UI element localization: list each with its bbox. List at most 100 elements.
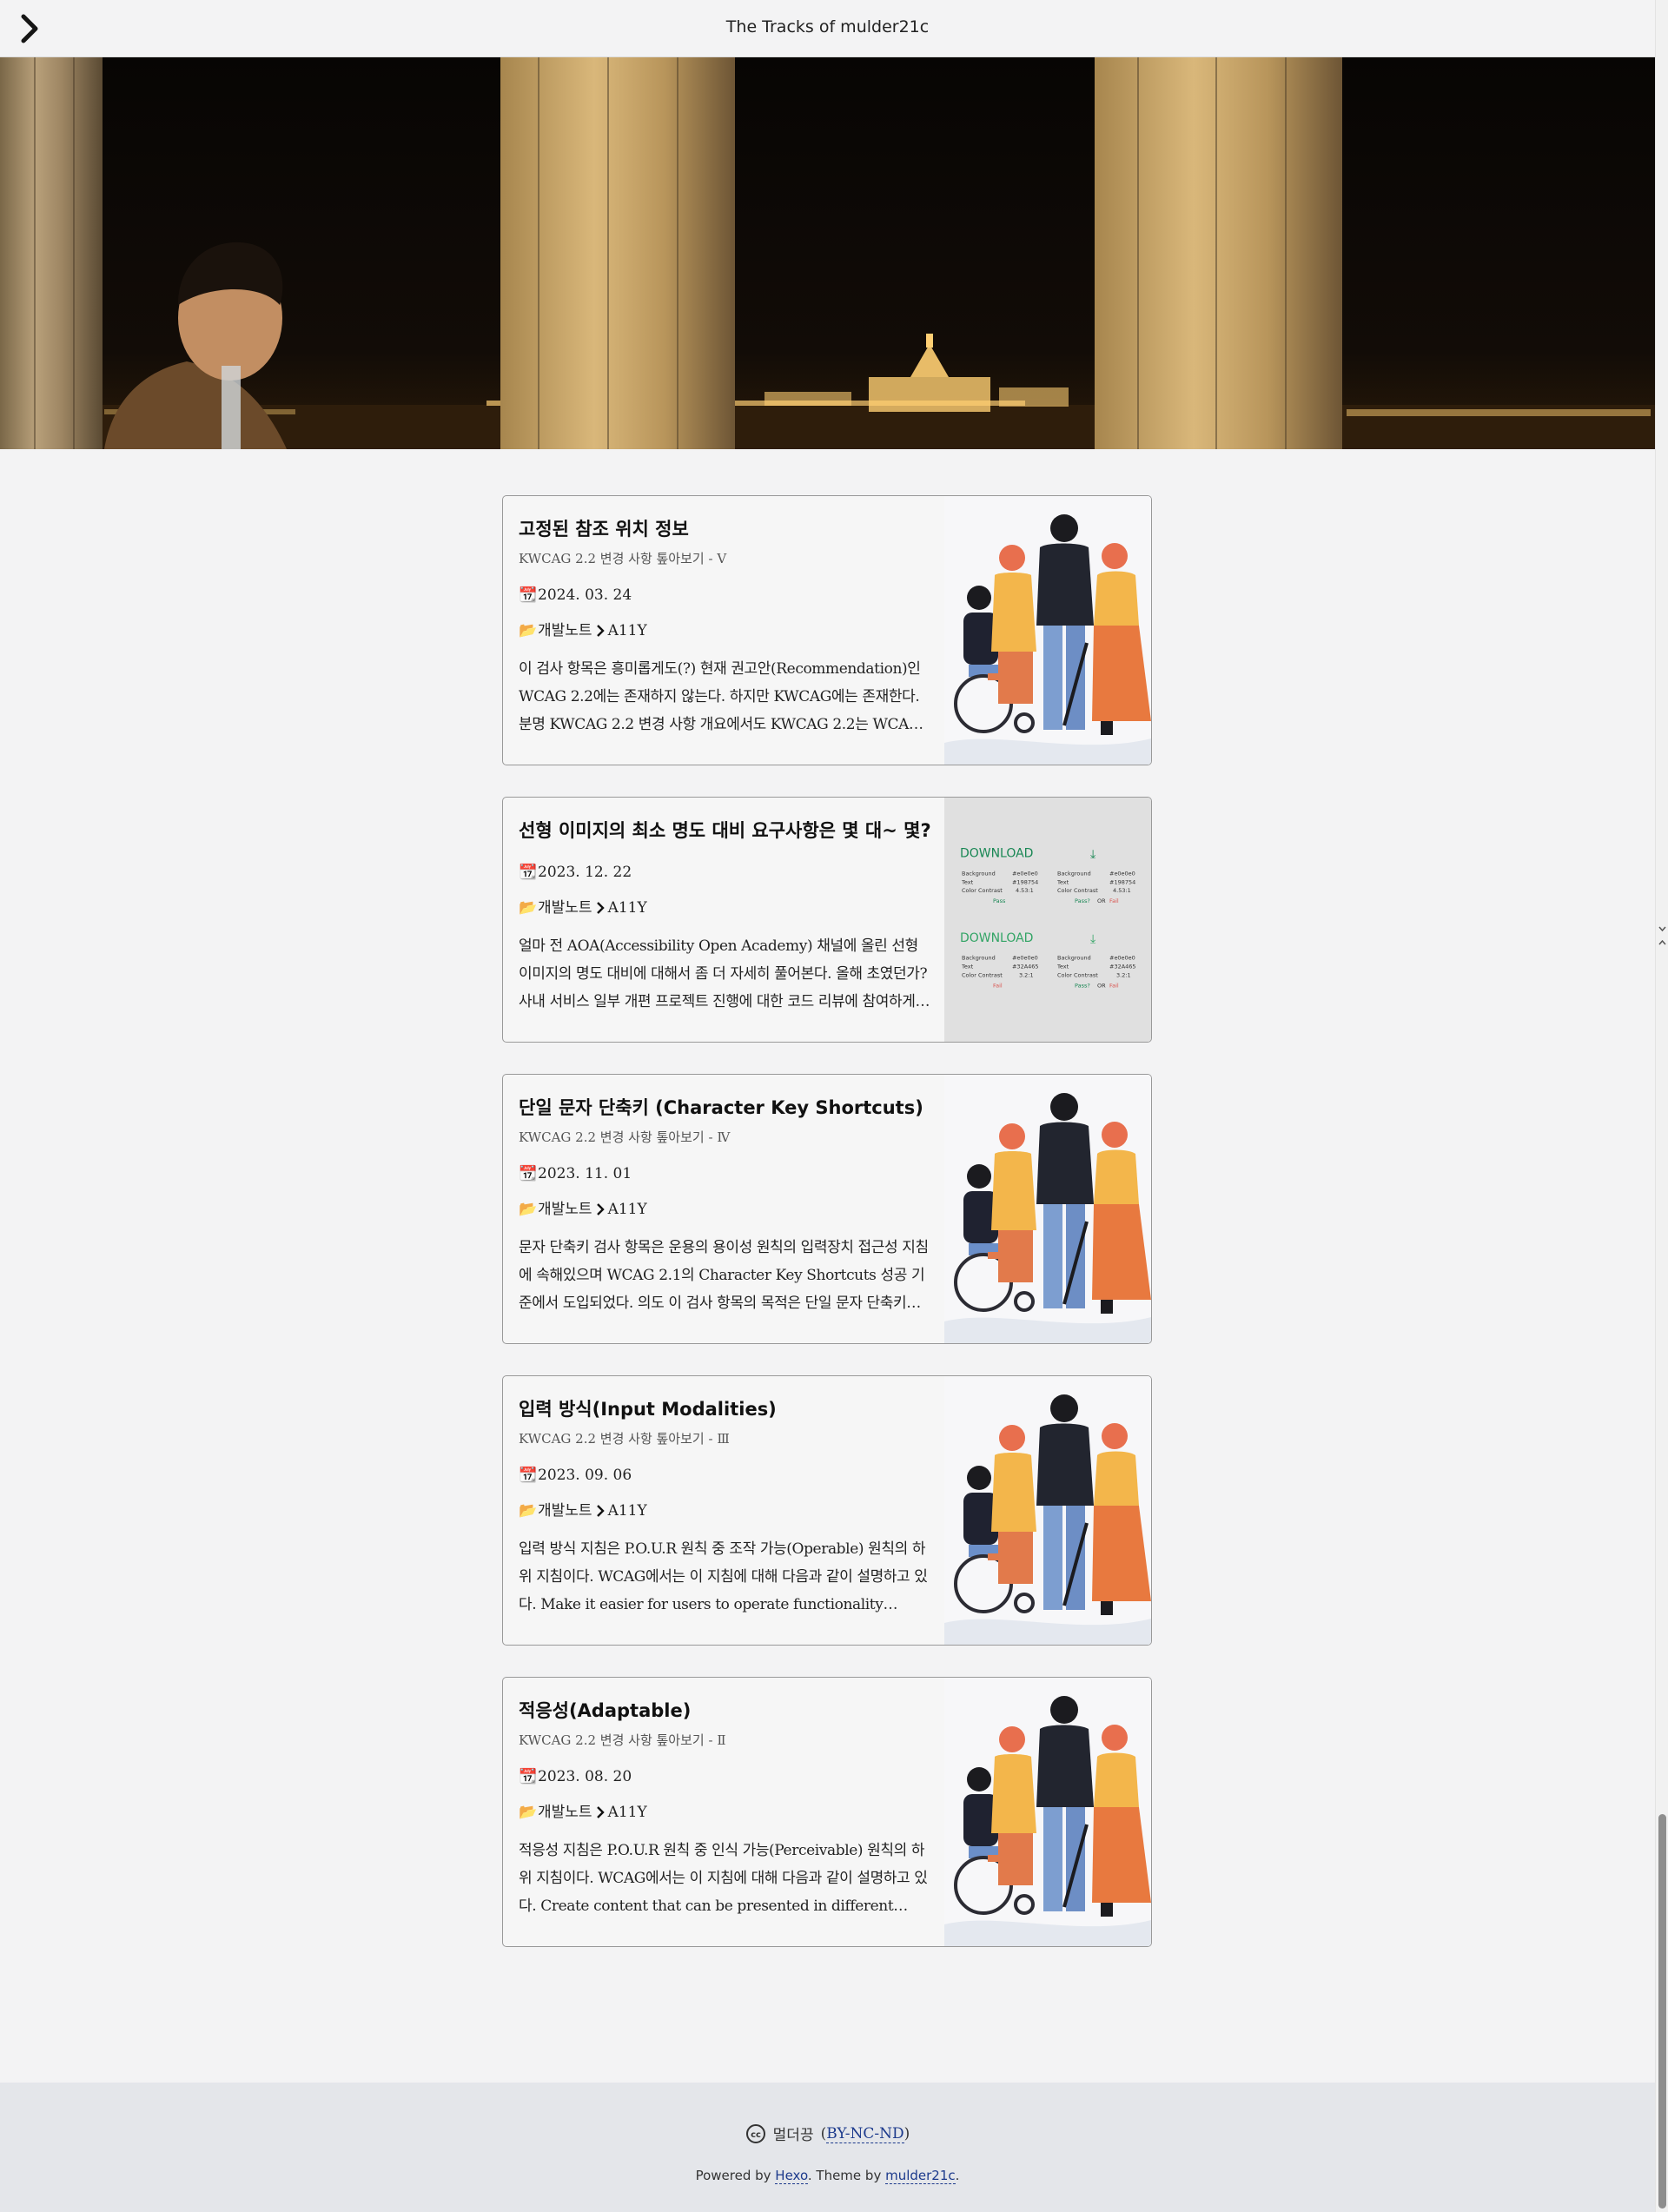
subcategory-link[interactable]: A11Y xyxy=(608,1802,647,1823)
contrast-download-buttons: DOWNLOAD ⤓ Background #e0e0e0 Text #1987… xyxy=(944,798,1151,1042)
post-title[interactable]: 고정된 참조 위치 정보 xyxy=(519,517,930,541)
folder-icon: 📂 xyxy=(519,1502,538,1520)
subcategory-link[interactable]: A11Y xyxy=(608,897,647,918)
thumb-label: Color Contrast xyxy=(962,887,1003,894)
thumb-label: Text xyxy=(1056,964,1069,970)
post-date: 📆 2023. 12. 22 xyxy=(519,862,930,883)
subcategory-link[interactable]: A11Y xyxy=(608,1199,647,1220)
calendar-icon: 📆 xyxy=(519,586,538,604)
thumb-value: #e0e0e0 xyxy=(1109,955,1135,962)
accessibility-people-illustration xyxy=(944,1678,1151,1946)
category-link[interactable]: 개발노트 xyxy=(538,1199,592,1220)
chevron-right-icon xyxy=(596,625,605,637)
post-thumbnail xyxy=(944,1678,1151,1946)
page-scrollbar[interactable] xyxy=(1655,0,1668,2212)
post-subtitle: KWCAG 2.2 변경 사항 톺아보기 - Ⅴ xyxy=(519,551,727,566)
download-label: DOWNLOAD xyxy=(960,847,1033,861)
license-link[interactable]: BY-NC-ND xyxy=(826,2124,904,2143)
post-card-body: 입력 방식(Input Modalities) KWCAG 2.2 변경 사항 … xyxy=(503,1376,946,1619)
post-card[interactable]: 선형 이미지의 최소 명도 대비 요구사항은 몇 대~ 몇? 📆 2023. 1… xyxy=(502,797,1152,1043)
post-card[interactable]: 입력 방식(Input Modalities) KWCAG 2.2 변경 사항 … xyxy=(502,1375,1152,1646)
thumb-label: Color Contrast xyxy=(1057,972,1098,979)
category-link[interactable]: 개발노트 xyxy=(538,1802,592,1823)
thumb-label: Background xyxy=(1057,870,1091,877)
post-card[interactable]: 단일 문자 단축키 (Character Key Shortcuts) KWCA… xyxy=(502,1074,1152,1344)
pass-badge: Pass? xyxy=(1075,982,1090,989)
paren-close: ) xyxy=(904,2124,910,2142)
post-card[interactable]: 고정된 참조 위치 정보 KWCAG 2.2 변경 사항 톺아보기 - Ⅴ 📆 … xyxy=(502,495,1152,765)
folder-icon: 📂 xyxy=(519,1804,538,1821)
thumb-value: #198754 xyxy=(1109,878,1135,885)
theme-text: . Theme by xyxy=(807,2168,886,2183)
post-title[interactable]: 선형 이미지의 최소 명도 대비 요구사항은 몇 대~ 몇? xyxy=(519,818,931,843)
post-thumbnail xyxy=(944,1376,1151,1645)
post-excerpt: 문자 단축키 검사 항목은 운용의 용이성 원칙의 입력장치 접근성 지침에 속… xyxy=(519,1239,929,1312)
post-date-text: 2023. 09. 06 xyxy=(538,1467,632,1484)
post-category: 📂 개발노트 A11Y xyxy=(519,1500,930,1521)
download-label: DOWNLOAD xyxy=(960,931,1033,945)
post-card[interactable]: 적응성(Adaptable) KWCAG 2.2 변경 사항 톺아보기 - Ⅱ … xyxy=(502,1677,1152,1947)
post-excerpt: 입력 방식 지침은 P.O.U.R 원칙 중 조작 가능(Operable) 원… xyxy=(519,1540,928,1613)
hero-photo xyxy=(0,57,1655,449)
post-category: 📂 개발노트 A11Y xyxy=(519,1199,930,1220)
thumb-value: 4.53:1 xyxy=(1113,887,1131,894)
thumb-label: Background xyxy=(962,870,996,877)
subcategory-link[interactable]: A11Y xyxy=(608,620,647,641)
chevron-right-icon xyxy=(596,1505,605,1517)
scrollbar-thumb[interactable] xyxy=(1658,1814,1666,2209)
fail-badge: Fail xyxy=(1109,982,1119,989)
or-label: OR xyxy=(1097,897,1106,904)
post-date: 📆 2023. 08. 20 xyxy=(519,1766,930,1787)
post-excerpt: 적응성 지침은 P.O.U.R 원칙 중 인식 가능(Perceivable) … xyxy=(519,1842,928,1915)
license-wrapper: (BY-NC-ND) xyxy=(821,2124,910,2143)
post-card-body: 적응성(Adaptable) KWCAG 2.2 변경 사항 톺아보기 - Ⅱ … xyxy=(503,1678,946,1920)
folder-icon: 📂 xyxy=(519,1201,538,1218)
calendar-icon: 📆 xyxy=(519,864,538,881)
post-excerpt: 이 검사 항목은 흥미롭게도(?) 현재 권고안(Recommendation)… xyxy=(519,660,921,733)
post-date-text: 2023. 12. 22 xyxy=(538,864,632,881)
post-date: 📆 2023. 09. 06 xyxy=(519,1465,930,1486)
post-category: 📂 개발노트 A11Y xyxy=(519,1802,930,1823)
fail-badge: Fail xyxy=(1109,897,1119,904)
post-card-body: 고정된 참조 위치 정보 KWCAG 2.2 변경 사항 톺아보기 - Ⅴ 📆 … xyxy=(503,496,946,738)
site-title[interactable]: The Tracks of mulder21c xyxy=(0,17,1655,36)
category-link[interactable]: 개발노트 xyxy=(538,897,592,918)
subcategory-link[interactable]: A11Y xyxy=(608,1500,647,1521)
post-date-text: 2023. 11. 01 xyxy=(538,1165,632,1182)
theme-author-link[interactable]: mulder21c xyxy=(885,2168,956,2184)
chevron-down-icon xyxy=(1658,926,1666,931)
calendar-icon: 📆 xyxy=(519,1768,538,1785)
svg-text:cc: cc xyxy=(751,2130,761,2140)
post-thumbnail xyxy=(944,1075,1151,1343)
category-link[interactable]: 개발노트 xyxy=(538,1500,592,1521)
post-list: 고정된 참조 위치 정보 KWCAG 2.2 변경 사항 톺아보기 - Ⅴ 📆 … xyxy=(502,495,1152,1978)
download-icon: ⤓ xyxy=(1090,848,1095,862)
thumb-value: #e0e0e0 xyxy=(1012,870,1038,877)
post-title[interactable]: 적응성(Adaptable) xyxy=(519,1699,930,1723)
post-title[interactable]: 단일 문자 단축키 (Character Key Shortcuts) xyxy=(519,1096,930,1120)
chevron-right-icon xyxy=(596,1203,605,1215)
hexo-link[interactable]: Hexo xyxy=(775,2168,808,2184)
category-link[interactable]: 개발노트 xyxy=(538,620,592,641)
thumb-label: Background xyxy=(1057,955,1091,962)
top-bar: The Tracks of mulder21c xyxy=(0,0,1655,57)
post-subtitle: KWCAG 2.2 변경 사항 톺아보기 - Ⅳ xyxy=(519,1129,731,1145)
folder-icon: 📂 xyxy=(519,899,538,917)
chevron-up-icon xyxy=(1658,940,1666,945)
folder-icon: 📂 xyxy=(519,622,538,639)
accessibility-people-illustration xyxy=(944,1376,1151,1645)
download-icon: ⤓ xyxy=(1090,932,1095,946)
pass-badge: Pass? xyxy=(1075,897,1090,904)
site-footer: cc 멀더끙 (BY-NC-ND) Powered by Hexo. Theme… xyxy=(0,2083,1655,2212)
pass-badge: Pass xyxy=(993,897,1006,904)
post-card-body: 선형 이미지의 최소 명도 대비 요구사항은 몇 대~ 몇? 📆 2023. 1… xyxy=(503,798,946,1016)
accessibility-people-illustration xyxy=(944,496,1151,765)
powered-by: Powered by Hexo. Theme by mulder21c. xyxy=(0,2168,1655,2184)
post-title[interactable]: 입력 방식(Input Modalities) xyxy=(519,1397,930,1421)
post-thumbnail xyxy=(944,496,1151,765)
calendar-icon: 📆 xyxy=(519,1467,538,1484)
post-date-text: 2024. 03. 24 xyxy=(538,586,632,604)
hero-image xyxy=(0,57,1655,449)
post-excerpt: 얼마 전 AOA(Accessibility Open Academy) 채널에… xyxy=(519,937,928,1010)
author-name: 멀더끙 xyxy=(772,2127,814,2144)
